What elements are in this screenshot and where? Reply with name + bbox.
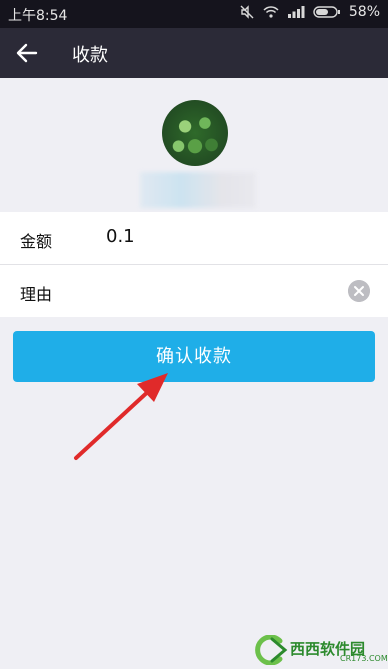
signal-icon: [287, 6, 305, 18]
reason-row: 理由: [0, 265, 388, 317]
battery-percent: 58%: [348, 4, 380, 20]
mute-icon: [240, 5, 254, 19]
battery-icon: [313, 6, 340, 18]
payment-form: 金额 0.1 理由: [0, 212, 388, 317]
navigation-bar: 收款: [0, 28, 388, 78]
brand-logo-icon: [255, 635, 288, 665]
confirm-receipt-button[interactable]: 确认收款: [13, 331, 375, 382]
amount-label: 金额: [20, 232, 53, 251]
reason-label: 理由: [20, 285, 53, 304]
clear-icon[interactable]: [348, 280, 370, 302]
payee-name-blurred: [140, 172, 256, 208]
status-time: 上午8:54: [8, 8, 68, 24]
amount-row: 金额 0.1: [0, 212, 388, 265]
reason-input[interactable]: [106, 275, 340, 309]
page-title: 收款: [72, 45, 108, 66]
wifi-icon: [263, 6, 279, 18]
amount-value[interactable]: 0.1: [106, 226, 135, 247]
avatar: [162, 100, 228, 166]
status-icons: 58%: [239, 4, 380, 20]
payee-profile: [0, 78, 388, 212]
watermark: 西西软件园 CR173.COM: [252, 635, 388, 665]
watermark-url: CR173.COM: [340, 654, 388, 663]
back-arrow-icon[interactable]: [14, 41, 40, 65]
status-bar: 上午8:54 58%: [0, 0, 388, 28]
